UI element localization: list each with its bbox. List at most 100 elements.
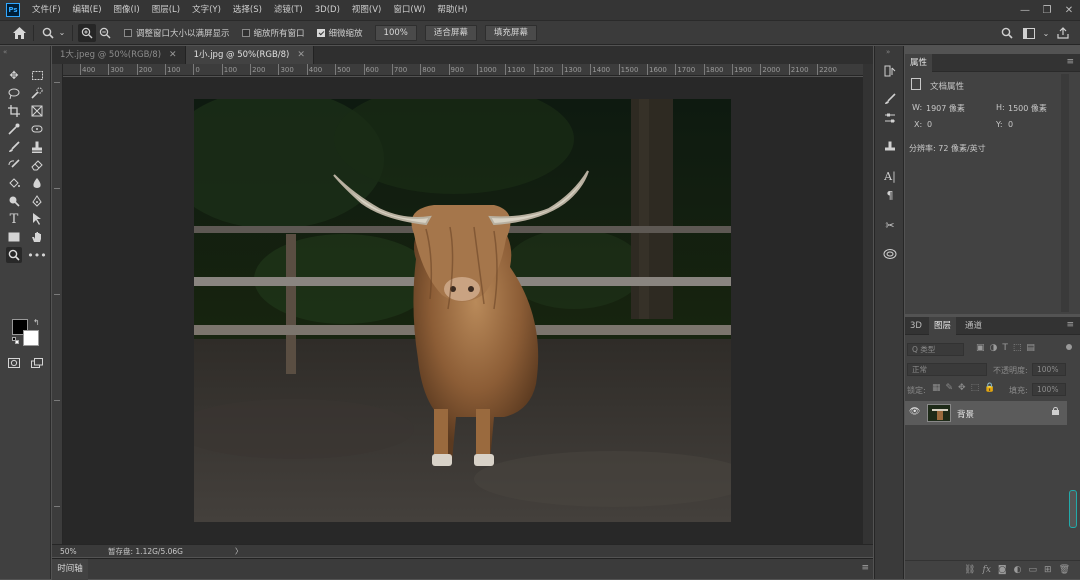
panel-menu-icon[interactable]: ≡ <box>1066 320 1074 330</box>
more-tools-icon[interactable]: ••• <box>27 247 46 263</box>
quick-selection-tool-icon[interactable] <box>29 85 45 101</box>
menu-image[interactable]: 图像(I) <box>108 0 146 20</box>
tab-layers[interactable]: 图层 <box>929 317 957 335</box>
resize-windows-checkbox[interactable]: 调整窗口大小以满屏显示 <box>124 27 230 39</box>
zoom-in-icon[interactable] <box>78 23 96 42</box>
chevron-down-icon[interactable]: ⌄ <box>1042 24 1050 42</box>
spot-healing-tool-icon[interactable] <box>29 121 45 137</box>
screen-mode-icon[interactable] <box>29 355 45 371</box>
document-tab[interactable]: 1大.jpeg @ 50%(RGB/8) ✕ <box>52 46 186 64</box>
checkbox-unchecked[interactable] <box>124 28 132 37</box>
ruler-vertical[interactable] <box>52 64 63 544</box>
frame-tool-icon[interactable] <box>29 103 45 119</box>
zoom-all-windows-checkbox[interactable]: 缩放所有窗口 <box>241 27 305 39</box>
lasso-tool-icon[interactable] <box>6 85 22 101</box>
close-button[interactable]: ✕ <box>1058 0 1080 20</box>
properties-scrollbar[interactable] <box>1061 74 1069 312</box>
history-panel-icon[interactable] <box>882 63 898 79</box>
scrubby-zoom-checkbox[interactable]: 细微缩放 <box>316 27 363 39</box>
path-selection-tool-icon[interactable] <box>29 211 45 227</box>
checkbox-unchecked[interactable] <box>241 28 250 37</box>
add-mask-icon[interactable]: ◙ <box>998 565 1007 575</box>
lock-icons[interactable]: ▦✎✥⬚🔒 <box>932 383 1000 393</box>
close-icon[interactable]: ✕ <box>169 46 177 64</box>
dodge-tool-icon[interactable] <box>6 193 22 209</box>
layer-style-icon[interactable]: fx <box>982 565 990 575</box>
panel-menu-icon[interactable]: ≡ <box>861 563 869 573</box>
paint-bucket-tool-icon[interactable] <box>6 175 22 191</box>
delete-layer-icon[interactable]: 🗑 <box>1059 565 1070 575</box>
menu-help[interactable]: 帮助(H) <box>431 0 473 20</box>
tools-preset-icon[interactable]: ✂ <box>882 217 898 233</box>
marquee-tool-icon[interactable] <box>29 67 45 83</box>
vertical-scrollbar[interactable] <box>863 64 873 544</box>
history-brush-tool-icon[interactable] <box>6 157 22 173</box>
fill-screen-button[interactable]: 填充屏幕 <box>484 24 537 41</box>
background-color-swatch[interactable] <box>23 330 39 346</box>
x-value[interactable]: 0 <box>927 120 932 129</box>
menu-file[interactable]: 文件(F) <box>26 0 67 20</box>
collapse-chevron-icon[interactable]: « <box>3 48 7 56</box>
timeline-tab[interactable]: 时间轴 <box>52 559 88 580</box>
height-value[interactable]: 1500 像素 <box>1008 103 1047 114</box>
quick-mask-icon[interactable] <box>6 355 22 371</box>
pen-tool-icon[interactable] <box>29 193 45 209</box>
adjustment-layer-icon[interactable]: ◐ <box>1014 565 1022 575</box>
minimize-button[interactable]: — <box>1014 0 1036 20</box>
width-value[interactable]: 1907 像素 <box>926 103 965 114</box>
swap-colors-icon[interactable]: ↰ <box>33 318 40 327</box>
layer-filter-select[interactable]: Q 类型 <box>907 343 964 356</box>
layers-scrollbar[interactable] <box>1069 490 1077 528</box>
tab-channels[interactable]: 通道 <box>960 317 987 335</box>
chevron-down-icon[interactable]: ⌄ <box>57 24 67 42</box>
menu-filter[interactable]: 滤镜(T) <box>268 0 309 20</box>
menu-window[interactable]: 窗口(W) <box>387 0 431 20</box>
fill-input[interactable]: 100% <box>1032 383 1066 396</box>
adjustments-icon[interactable] <box>882 110 898 126</box>
blend-mode-select[interactable]: 正常 <box>907 363 987 376</box>
blur-tool-icon[interactable] <box>29 175 45 191</box>
filter-toggle-icon[interactable] <box>1066 344 1072 350</box>
layer-filter-icons[interactable]: ▣◑T⬚▤ <box>976 343 1040 353</box>
fit-screen-button[interactable]: 适合屏幕 <box>424 24 477 41</box>
expand-chevron-icon[interactable]: » <box>886 48 890 56</box>
restore-button[interactable]: ❐ <box>1036 0 1058 20</box>
opacity-input[interactable]: 100% <box>1032 363 1066 376</box>
menu-3d[interactable]: 3D(D) <box>309 0 346 20</box>
menu-edit[interactable]: 编辑(E) <box>67 0 108 20</box>
highland-cow-photo[interactable] <box>194 99 731 522</box>
clone-stamp-tool-icon[interactable] <box>29 139 45 155</box>
zoom-out-icon[interactable] <box>96 24 114 42</box>
clone-source-icon[interactable] <box>882 139 898 155</box>
visibility-eye-icon[interactable]: 👁 <box>909 407 920 417</box>
document-tab-active[interactable]: 1小.jpg @ 50%(RGB/8) ✕ <box>185 46 314 64</box>
hand-tool-icon[interactable] <box>29 229 45 245</box>
share-icon[interactable] <box>1054 24 1072 42</box>
menu-select[interactable]: 选择(S) <box>227 0 268 20</box>
search-icon[interactable] <box>998 24 1016 42</box>
default-colors-icon[interactable] <box>12 337 19 344</box>
character-panel-icon[interactable]: A| <box>882 168 898 184</box>
menu-view[interactable]: 视图(V) <box>346 0 387 20</box>
new-group-icon[interactable]: ▭ <box>1029 565 1038 575</box>
type-tool-icon[interactable]: T <box>6 211 22 227</box>
crop-tool-icon[interactable] <box>6 103 22 119</box>
eraser-tool-icon[interactable] <box>29 157 45 173</box>
close-icon[interactable]: ✕ <box>297 46 305 64</box>
eyedropper-tool-icon[interactable] <box>6 121 22 137</box>
zoom-tool-icon[interactable] <box>39 24 57 42</box>
zoom-tool-icon[interactable] <box>6 247 22 263</box>
home-icon[interactable] <box>10 24 28 42</box>
move-tool-icon[interactable]: ✥ <box>6 67 22 83</box>
libraries-icon[interactable] <box>882 246 898 262</box>
menu-layer[interactable]: 图层(L) <box>146 0 186 20</box>
new-layer-icon[interactable]: ⊞ <box>1044 565 1052 575</box>
tab-properties[interactable]: 属性 <box>905 54 933 72</box>
link-layers-icon[interactable]: ⛓ <box>964 565 975 575</box>
y-value[interactable]: 0 <box>1008 120 1013 129</box>
brush-settings-icon[interactable] <box>882 91 898 107</box>
layer-row[interactable]: 👁 背景 <box>905 401 1067 425</box>
menu-type[interactable]: 文字(Y) <box>186 0 227 20</box>
zoom-100-button[interactable]: 100% <box>374 24 417 41</box>
paragraph-panel-icon[interactable]: ¶ <box>882 187 898 203</box>
